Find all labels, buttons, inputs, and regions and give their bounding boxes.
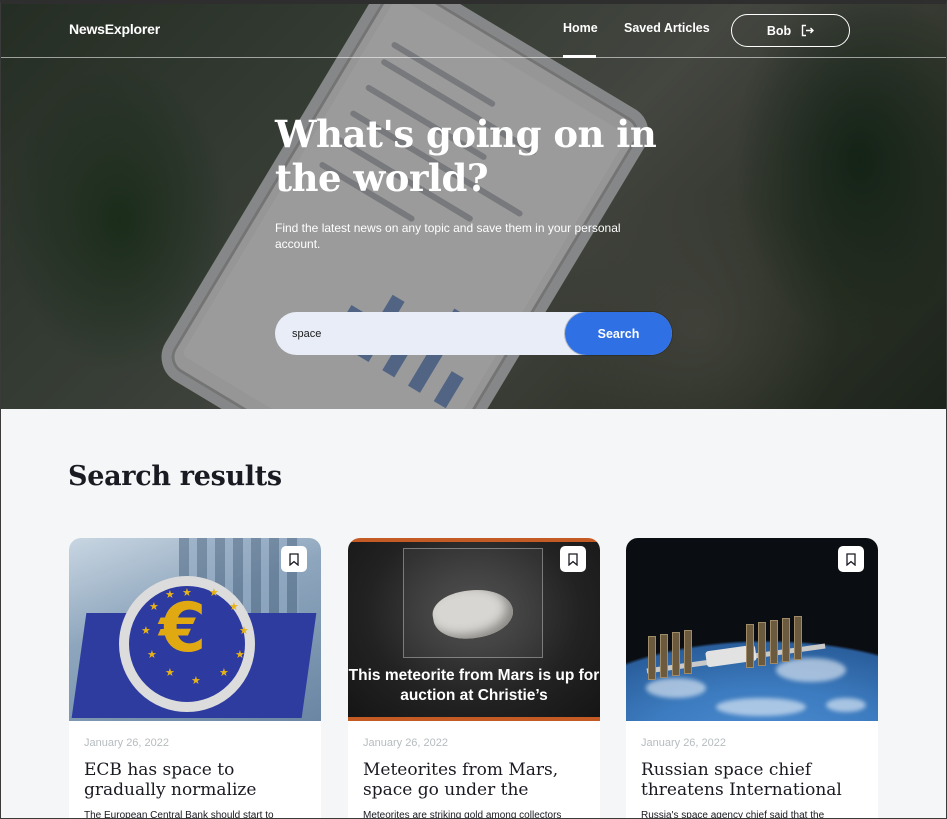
hero-subtitle: Find the latest news on any topic and sa…	[275, 221, 621, 251]
bookmark-icon	[846, 552, 856, 566]
card-image-caption: This meteorite from Mars is up for aucti…	[348, 667, 600, 704]
nav-saved-articles-link[interactable]: Saved Articles	[624, 21, 710, 35]
card-text: The European Central Bank should start t…	[84, 810, 274, 819]
search-button[interactable]: Search	[565, 312, 672, 355]
user-logout-button[interactable]: Bob	[731, 14, 850, 47]
card-text: Meteorites are striking gold among colle…	[363, 810, 562, 819]
bookmark-icon	[289, 552, 299, 566]
bookmark-button[interactable]	[838, 546, 864, 572]
nav-home-link[interactable]: Home	[563, 21, 598, 35]
bookmark-button[interactable]	[281, 546, 307, 572]
user-name: Bob	[766, 23, 792, 38]
logout-icon	[801, 24, 815, 37]
site-header: NewsExplorer Home Saved Articles Bob	[0, 0, 947, 58]
card-date: January 26, 2022	[363, 737, 449, 749]
search-input[interactable]	[275, 312, 575, 355]
logo[interactable]: NewsExplorer	[69, 21, 160, 37]
card-title: ECB has space to gradually normalize	[84, 760, 257, 800]
hero-title: What's going on in the world?	[275, 112, 657, 200]
news-card[interactable]: € ★ ★ ★ ★ ★ ★ ★ ★ ★ ★ ★ ★ January 26, 20…	[69, 538, 321, 819]
bookmark-icon	[568, 552, 578, 566]
news-card[interactable]: This meteorite from Mars is up for aucti…	[348, 538, 600, 819]
card-date: January 26, 2022	[84, 737, 170, 749]
news-card[interactable]: January 26, 2022 Russian space chief thr…	[626, 538, 878, 819]
euro-icon: €	[159, 589, 207, 668]
card-text: Russia's space agency chief said that th…	[641, 810, 825, 819]
results-title: Search results	[68, 461, 282, 492]
nav-active-indicator	[563, 55, 596, 58]
bookmark-button[interactable]	[560, 546, 586, 572]
card-title: Meteorites from Mars, space go under the	[363, 760, 559, 800]
card-date: January 26, 2022	[641, 737, 727, 749]
card-title: Russian space chief threatens Internatio…	[641, 760, 842, 800]
